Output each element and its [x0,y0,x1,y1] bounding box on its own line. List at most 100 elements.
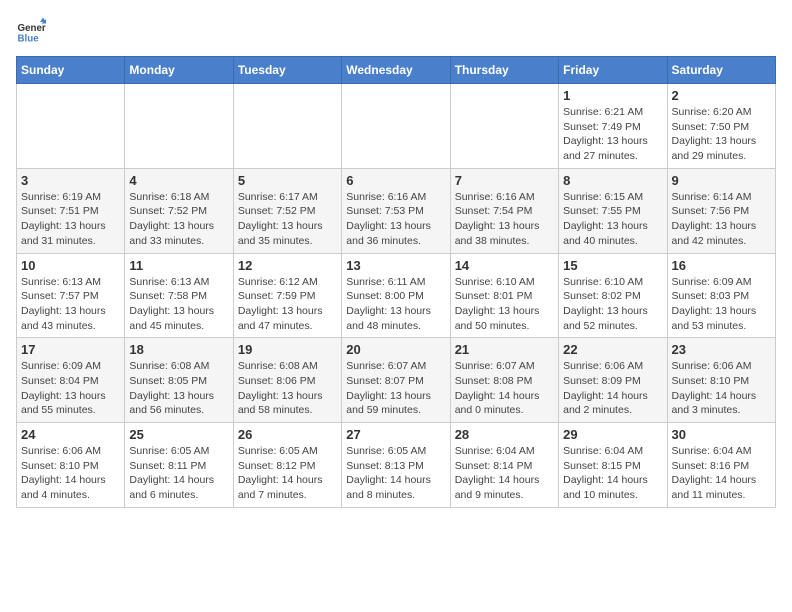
day-number: 6 [346,173,445,188]
day-number: 24 [21,427,120,442]
day-info: Sunrise: 6:17 AM Sunset: 7:52 PM Dayligh… [238,190,337,249]
calendar-cell: 30 Sunrise: 6:04 AM Sunset: 8:16 PM Dayli… [667,423,775,508]
day-info: Sunrise: 6:04 AM Sunset: 8:16 PM Dayligh… [672,444,771,503]
weekday-header-tuesday: Tuesday [233,57,341,84]
calendar-cell: 8 Sunrise: 6:15 AM Sunset: 7:55 PM Daylig… [559,168,667,253]
logo: General Blue [16,16,50,46]
calendar-cell: 7 Sunrise: 6:16 AM Sunset: 7:54 PM Daylig… [450,168,558,253]
day-info: Sunrise: 6:05 AM Sunset: 8:11 PM Dayligh… [129,444,228,503]
day-number: 22 [563,342,662,357]
calendar-cell: 28 Sunrise: 6:04 AM Sunset: 8:14 PM Dayli… [450,423,558,508]
logo-icon: General Blue [16,16,46,46]
header: General Blue [16,16,776,46]
calendar-cell: 1 Sunrise: 6:21 AM Sunset: 7:49 PM Daylig… [559,84,667,169]
calendar-cell: 9 Sunrise: 6:14 AM Sunset: 7:56 PM Daylig… [667,168,775,253]
calendar-cell [233,84,341,169]
day-info: Sunrise: 6:10 AM Sunset: 8:01 PM Dayligh… [455,275,554,334]
day-number: 2 [672,88,771,103]
day-info: Sunrise: 6:05 AM Sunset: 8:12 PM Dayligh… [238,444,337,503]
day-info: Sunrise: 6:18 AM Sunset: 7:52 PM Dayligh… [129,190,228,249]
day-number: 9 [672,173,771,188]
weekday-header-monday: Monday [125,57,233,84]
calendar-week-row: 17 Sunrise: 6:09 AM Sunset: 8:04 PM Dayli… [17,338,776,423]
day-number: 30 [672,427,771,442]
calendar-cell [450,84,558,169]
calendar-cell [17,84,125,169]
day-number: 12 [238,258,337,273]
day-info: Sunrise: 6:05 AM Sunset: 8:13 PM Dayligh… [346,444,445,503]
svg-text:Blue: Blue [18,34,40,45]
day-number: 17 [21,342,120,357]
day-number: 3 [21,173,120,188]
day-number: 11 [129,258,228,273]
calendar-header: SundayMondayTuesdayWednesdayThursdayFrid… [17,57,776,84]
calendar-cell: 16 Sunrise: 6:09 AM Sunset: 8:03 PM Dayli… [667,253,775,338]
day-number: 4 [129,173,228,188]
day-info: Sunrise: 6:13 AM Sunset: 7:58 PM Dayligh… [129,275,228,334]
calendar-cell: 15Sunrise: 6:10 AM Sunset: 8:02 PM Dayli… [559,253,667,338]
calendar-cell: 14 Sunrise: 6:10 AM Sunset: 8:01 PM Dayli… [450,253,558,338]
day-number: 10 [21,258,120,273]
calendar-week-row: 3Sunrise: 6:19 AM Sunset: 7:51 PM Daylig… [17,168,776,253]
day-number: 25 [129,427,228,442]
day-number: 8 [563,173,662,188]
svg-text:General: General [18,23,47,34]
day-number: 13 [346,258,445,273]
day-info: Sunrise: 6:16 AM Sunset: 7:54 PM Dayligh… [455,190,554,249]
day-info: Sunrise: 6:06 AM Sunset: 8:10 PM Dayligh… [672,359,771,418]
calendar-cell: 2 Sunrise: 6:20 AM Sunset: 7:50 PM Daylig… [667,84,775,169]
day-number: 16 [672,258,771,273]
day-info: Sunrise: 6:09 AM Sunset: 8:04 PM Dayligh… [21,359,120,418]
calendar-cell: 17 Sunrise: 6:09 AM Sunset: 8:04 PM Dayli… [17,338,125,423]
day-info: Sunrise: 6:14 AM Sunset: 7:56 PM Dayligh… [672,190,771,249]
weekday-header-wednesday: Wednesday [342,57,450,84]
day-info: Sunrise: 6:04 AM Sunset: 8:15 PM Dayligh… [563,444,662,503]
weekday-header-friday: Friday [559,57,667,84]
day-info: Sunrise: 6:08 AM Sunset: 8:06 PM Dayligh… [238,359,337,418]
calendar-cell: 19 Sunrise: 6:08 AM Sunset: 8:06 PM Dayli… [233,338,341,423]
calendar-cell: 20 Sunrise: 6:07 AM Sunset: 8:07 PM Dayli… [342,338,450,423]
day-number: 27 [346,427,445,442]
day-info: Sunrise: 6:06 AM Sunset: 8:10 PM Dayligh… [21,444,120,503]
calendar-cell [342,84,450,169]
calendar-table: SundayMondayTuesdayWednesdayThursdayFrid… [16,56,776,508]
calendar-cell: 29 Sunrise: 6:04 AM Sunset: 8:15 PM Dayli… [559,423,667,508]
day-number: 20 [346,342,445,357]
calendar-cell: 5 Sunrise: 6:17 AM Sunset: 7:52 PM Daylig… [233,168,341,253]
day-number: 1 [563,88,662,103]
day-number: 14 [455,258,554,273]
day-info: Sunrise: 6:04 AM Sunset: 8:14 PM Dayligh… [455,444,554,503]
day-number: 19 [238,342,337,357]
calendar-cell: 21 Sunrise: 6:07 AM Sunset: 8:08 PM Dayli… [450,338,558,423]
weekday-header-thursday: Thursday [450,57,558,84]
day-number: 7 [455,173,554,188]
day-info: Sunrise: 6:09 AM Sunset: 8:03 PM Dayligh… [672,275,771,334]
calendar-cell: 18Sunrise: 6:08 AM Sunset: 8:05 PM Dayli… [125,338,233,423]
day-number: 29 [563,427,662,442]
day-info: Sunrise: 6:11 AM Sunset: 8:00 PM Dayligh… [346,275,445,334]
calendar-cell: 4 Sunrise: 6:18 AM Sunset: 7:52 PM Daylig… [125,168,233,253]
day-info: Sunrise: 6:21 AM Sunset: 7:49 PM Dayligh… [563,105,662,164]
calendar-cell: 27 Sunrise: 6:05 AM Sunset: 8:13 PM Dayli… [342,423,450,508]
day-info: Sunrise: 6:10 AM Sunset: 8:02 PM Dayligh… [563,275,662,334]
day-info: Sunrise: 6:07 AM Sunset: 8:07 PM Dayligh… [346,359,445,418]
calendar-cell: 13 Sunrise: 6:11 AM Sunset: 8:00 PM Dayli… [342,253,450,338]
day-number: 28 [455,427,554,442]
day-number: 21 [455,342,554,357]
day-info: Sunrise: 6:20 AM Sunset: 7:50 PM Dayligh… [672,105,771,164]
day-info: Sunrise: 6:07 AM Sunset: 8:08 PM Dayligh… [455,359,554,418]
day-number: 18 [129,342,228,357]
calendar-week-row: 24 Sunrise: 6:06 AM Sunset: 8:10 PM Dayli… [17,423,776,508]
calendar-cell: 22 Sunrise: 6:06 AM Sunset: 8:09 PM Dayli… [559,338,667,423]
day-info: Sunrise: 6:15 AM Sunset: 7:55 PM Dayligh… [563,190,662,249]
day-number: 5 [238,173,337,188]
calendar-cell: 25 Sunrise: 6:05 AM Sunset: 8:11 PM Dayli… [125,423,233,508]
calendar-body: 1 Sunrise: 6:21 AM Sunset: 7:49 PM Daylig… [17,84,776,508]
calendar-cell: 23 Sunrise: 6:06 AM Sunset: 8:10 PM Dayli… [667,338,775,423]
day-info: Sunrise: 6:16 AM Sunset: 7:53 PM Dayligh… [346,190,445,249]
calendar-cell: 11 Sunrise: 6:13 AM Sunset: 7:58 PM Dayli… [125,253,233,338]
calendar-cell: 3Sunrise: 6:19 AM Sunset: 7:51 PM Daylig… [17,168,125,253]
weekday-header-saturday: Saturday [667,57,775,84]
day-number: 23 [672,342,771,357]
day-info: Sunrise: 6:06 AM Sunset: 8:09 PM Dayligh… [563,359,662,418]
